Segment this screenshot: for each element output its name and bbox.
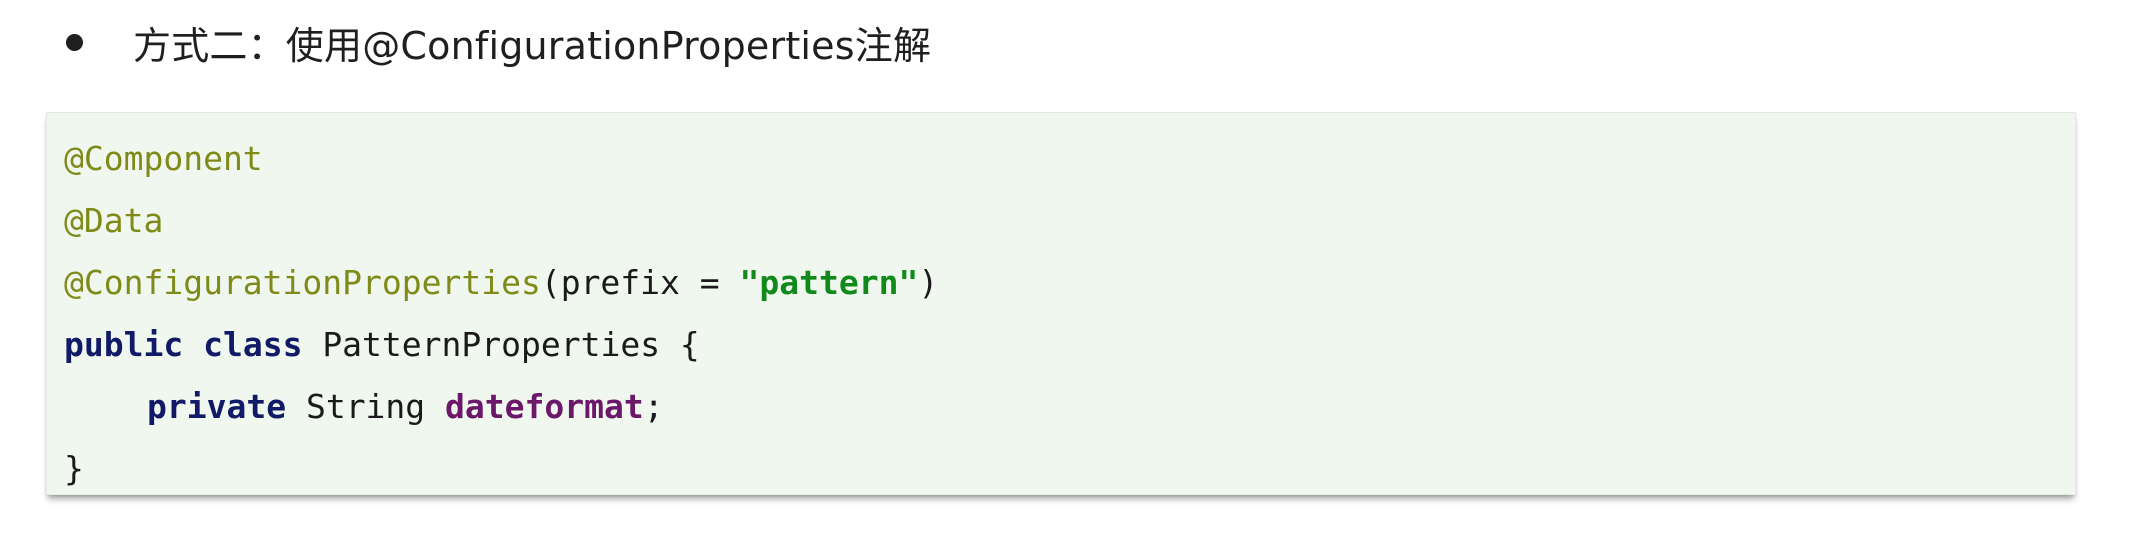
closing-brace: } (64, 449, 84, 488)
code-line: @ConfigurationProperties(prefix = "patte… (64, 252, 2075, 314)
annotation-token: @Component (64, 139, 263, 178)
code-token: ; (643, 387, 664, 426)
code-line: private String dateformat; (64, 376, 2075, 438)
code-token: (prefix = (540, 263, 740, 302)
bullet-point (66, 33, 83, 51)
annotation-token: @Data (64, 201, 164, 240)
bullet-heading: 方式二：使用@ConfigurationProperties注解 (66, 10, 931, 74)
code-token: ) (918, 263, 939, 302)
string-literal: "pattern" (739, 263, 919, 302)
heading-text: 方式二：使用@ConfigurationProperties注解 (133, 23, 932, 68)
class-name-token: PatternProperties { (322, 325, 700, 364)
code-line: @Component (64, 128, 2075, 190)
code-line: } (64, 438, 2075, 500)
code-line: public class PatternProperties { (64, 314, 2075, 376)
keyword-token: public (64, 325, 184, 364)
field-name-token: dateformat (445, 387, 644, 426)
keyword-token: private (147, 387, 287, 426)
code-block: @Component @Data @ConfigurationPropertie… (46, 112, 2076, 495)
type-token: String (305, 387, 426, 426)
keyword-token: class (203, 325, 303, 364)
code-line: @Data (64, 190, 2075, 252)
document-page: 方式二：使用@ConfigurationProperties注解 @Compon… (0, 0, 2150, 542)
annotation-token: @ConfigurationProperties (64, 263, 541, 302)
